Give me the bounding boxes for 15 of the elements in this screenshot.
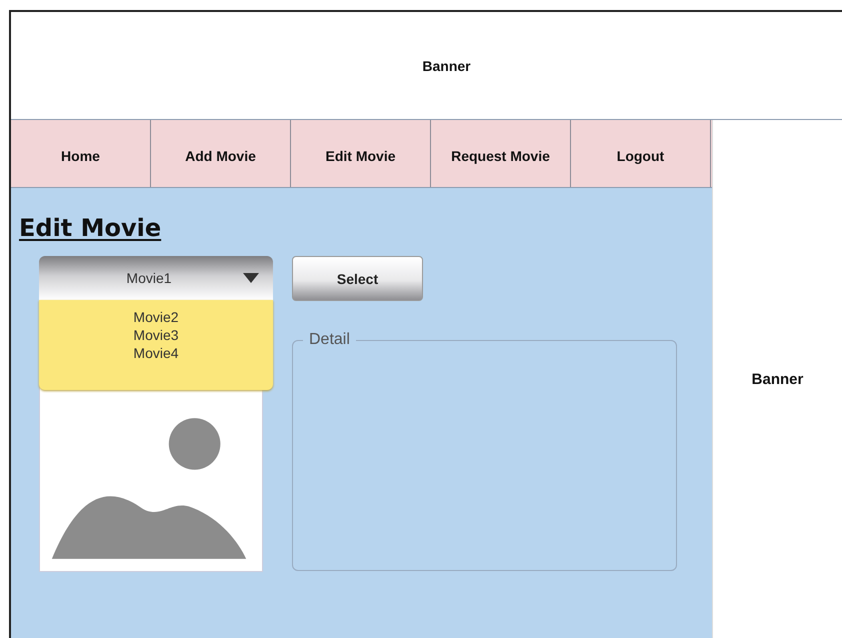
page-heading: Edit Movie [19,214,162,242]
select-button[interactable]: Select [292,256,423,301]
caret-icon [243,273,259,283]
group-label: Detail [308,331,351,349]
dropdown-option[interactable]: Movie2 [133,308,179,326]
nav-tab[interactable]: Add Movie [151,120,291,187]
banner-text: Banner [752,370,804,388]
dropdown-option[interactable]: Movie3 [133,326,179,344]
movie-dropdown[interactable]: Movie1 [39,256,273,300]
nav-tab[interactable]: Edit Movie [291,120,431,187]
banner-text: Banner [422,58,471,74]
nav-tab[interactable]: Home [11,120,151,187]
nav-tab[interactable]: Request Movie [431,120,571,187]
nav-tab[interactable]: Logout [571,120,711,187]
dropdown-option[interactable]: Movie4 [133,344,179,362]
